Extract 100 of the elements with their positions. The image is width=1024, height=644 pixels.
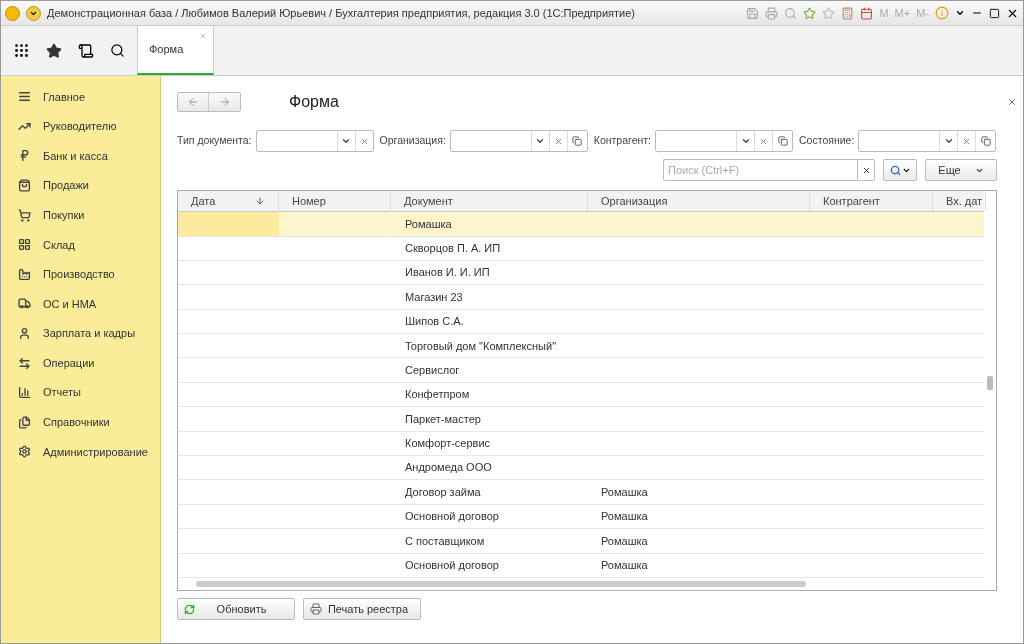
sidebar-item[interactable]: Покупки [1,200,160,230]
sidebar-item[interactable]: Отчеты [1,377,160,408]
table-cell-text: Конфетпром [405,387,470,403]
table-cell-text: Ромашка [601,558,648,574]
column-header[interactable]: Дата [178,191,279,212]
filter-label: Контрагент: [593,133,651,149]
filter-label: Состояние: [799,133,855,149]
clear-button[interactable] [857,159,875,181]
refresh-button[interactable]: Обновить [177,598,295,620]
filter-field[interactable] [449,130,588,152]
table-cell-text: Торговый дом "Комплексный" [405,338,557,354]
list-icon [18,90,31,104]
info-icon[interactable] [935,6,949,20]
arrows-icon [18,356,31,370]
column-header[interactable]: Номер [279,191,391,212]
menu-button[interactable] [26,5,41,21]
dropdown-icon[interactable] [535,136,546,146]
table-row[interactable]: Договор займа Ромашка [178,480,984,505]
table-row[interactable]: С поставщиком Ромашка [178,529,984,554]
sidebar-item[interactable]: Банк и касса [1,141,160,171]
table-cell-text: Скворцов П. А. ИП [405,240,501,256]
settings-icon [18,445,31,459]
sidebar-item[interactable]: ОС и НМА [1,289,160,319]
open-icon[interactable] [980,136,991,146]
table-row[interactable]: Скворцов П. А. ИП [178,236,984,261]
tab[interactable]: Форма [137,26,214,75]
table-cell-text: Ромашка [601,484,648,500]
table-row[interactable]: Иванов И. И. ИП [178,260,984,286]
table-row[interactable]: Магазин 23 [178,285,984,310]
print-button[interactable]: Печать реестра [303,598,421,620]
ruble-icon [18,149,31,163]
arrow-right-icon [218,96,231,108]
sidebar-item[interactable]: Производство [1,259,160,290]
sidebar-item[interactable]: Главное [1,82,160,112]
table-cell-text: Комфорт-сервис [405,436,491,452]
clear-icon[interactable] [553,136,563,146]
table-cell-text: С поставщиком [405,533,485,549]
table-row[interactable]: Андромеда ООО [178,456,984,481]
search-field[interactable]: Поиск (Ctrl+F) [663,159,857,181]
arrow-left-icon [187,96,199,108]
print-icon[interactable] [765,6,779,20]
table-cell-text: Ромашка [601,533,648,549]
table-row[interactable]: Шипов С.А. [178,309,984,335]
column-header[interactable]: Вх. дат [933,191,986,212]
column-header[interactable]: Организация [588,191,810,212]
search-options-button[interactable] [883,159,917,181]
sidebar-item[interactable]: Продажи [1,170,160,201]
star-icon[interactable] [803,6,817,20]
table-cell-text: Ромашка [405,216,452,232]
star-icon[interactable] [822,6,836,20]
maximize-icon[interactable] [989,7,1000,19]
search-icon[interactable] [110,43,125,58]
filter-field[interactable] [255,130,374,152]
dropdown-icon[interactable] [740,136,751,146]
clear-icon[interactable] [759,136,768,146]
table-row[interactable]: Комфорт-сервис [178,431,984,457]
open-icon[interactable] [572,136,583,146]
app-logo-icon [5,5,20,21]
printer-icon [310,603,322,615]
table-cell-text: Основной договор [405,509,499,525]
history-icon[interactable] [78,42,94,59]
table-row[interactable]: Сервислог [178,358,984,383]
sidebar-item[interactable]: Справочники [1,407,160,438]
dropdown-icon[interactable] [943,136,954,146]
table-row[interactable]: Конфетпром [178,382,984,408]
calendar-icon[interactable] [860,6,874,20]
sidebar-item[interactable]: Склад [1,229,160,260]
clear-icon[interactable] [359,136,369,146]
table-row[interactable]: Основной договор Ромашка [178,504,984,530]
sidebar-item[interactable]: Зарплата и кадры [1,318,160,349]
sidebar-item[interactable]: Руководителю [1,111,160,142]
table-cell-text: Иванов И. И. ИП [405,265,490,281]
apps-icon[interactable] [13,42,30,59]
form-title: Форма [289,92,339,112]
open-icon[interactable] [777,136,788,146]
filter-label: Организация: [379,133,446,149]
table-row[interactable]: Торговый дом "Комплексный" [178,334,984,359]
column-header[interactable]: Контрагент [810,191,933,212]
search-icon [889,164,901,176]
sidebar-item[interactable]: Операции [1,348,160,378]
table-row[interactable]: Ромашка [178,212,984,237]
column-header[interactable]: Документ [391,191,588,212]
filter-field[interactable] [858,130,997,152]
table-cell-text: Договор займа [405,484,481,500]
clear-icon[interactable] [962,136,972,146]
caret-icon[interactable] [955,8,965,18]
table-row[interactable]: Паркет-мастер [178,407,984,432]
sidebar-item[interactable]: Администрирование [1,437,160,467]
table-row[interactable]: Основной договор Ромашка [178,553,984,578]
more-button[interactable]: Еще [925,159,997,181]
dropdown-icon[interactable] [341,136,352,146]
window-title: Демонстрационная база / Любимов Валерий Юрьевич / Бухгалтерия предприятия, редакция 3.0 (1С:Предприятие) [47,5,635,21]
save-icon[interactable] [746,6,760,20]
refresh-icon [184,603,195,615]
calculator-icon[interactable] [841,6,855,20]
bag-icon [18,179,31,193]
star-icon[interactable] [46,42,62,59]
filter-field[interactable] [655,130,793,152]
table-cell-text: Андромеда ООО [405,460,492,476]
table-cell-text: Шипов С.А. [405,314,464,330]
